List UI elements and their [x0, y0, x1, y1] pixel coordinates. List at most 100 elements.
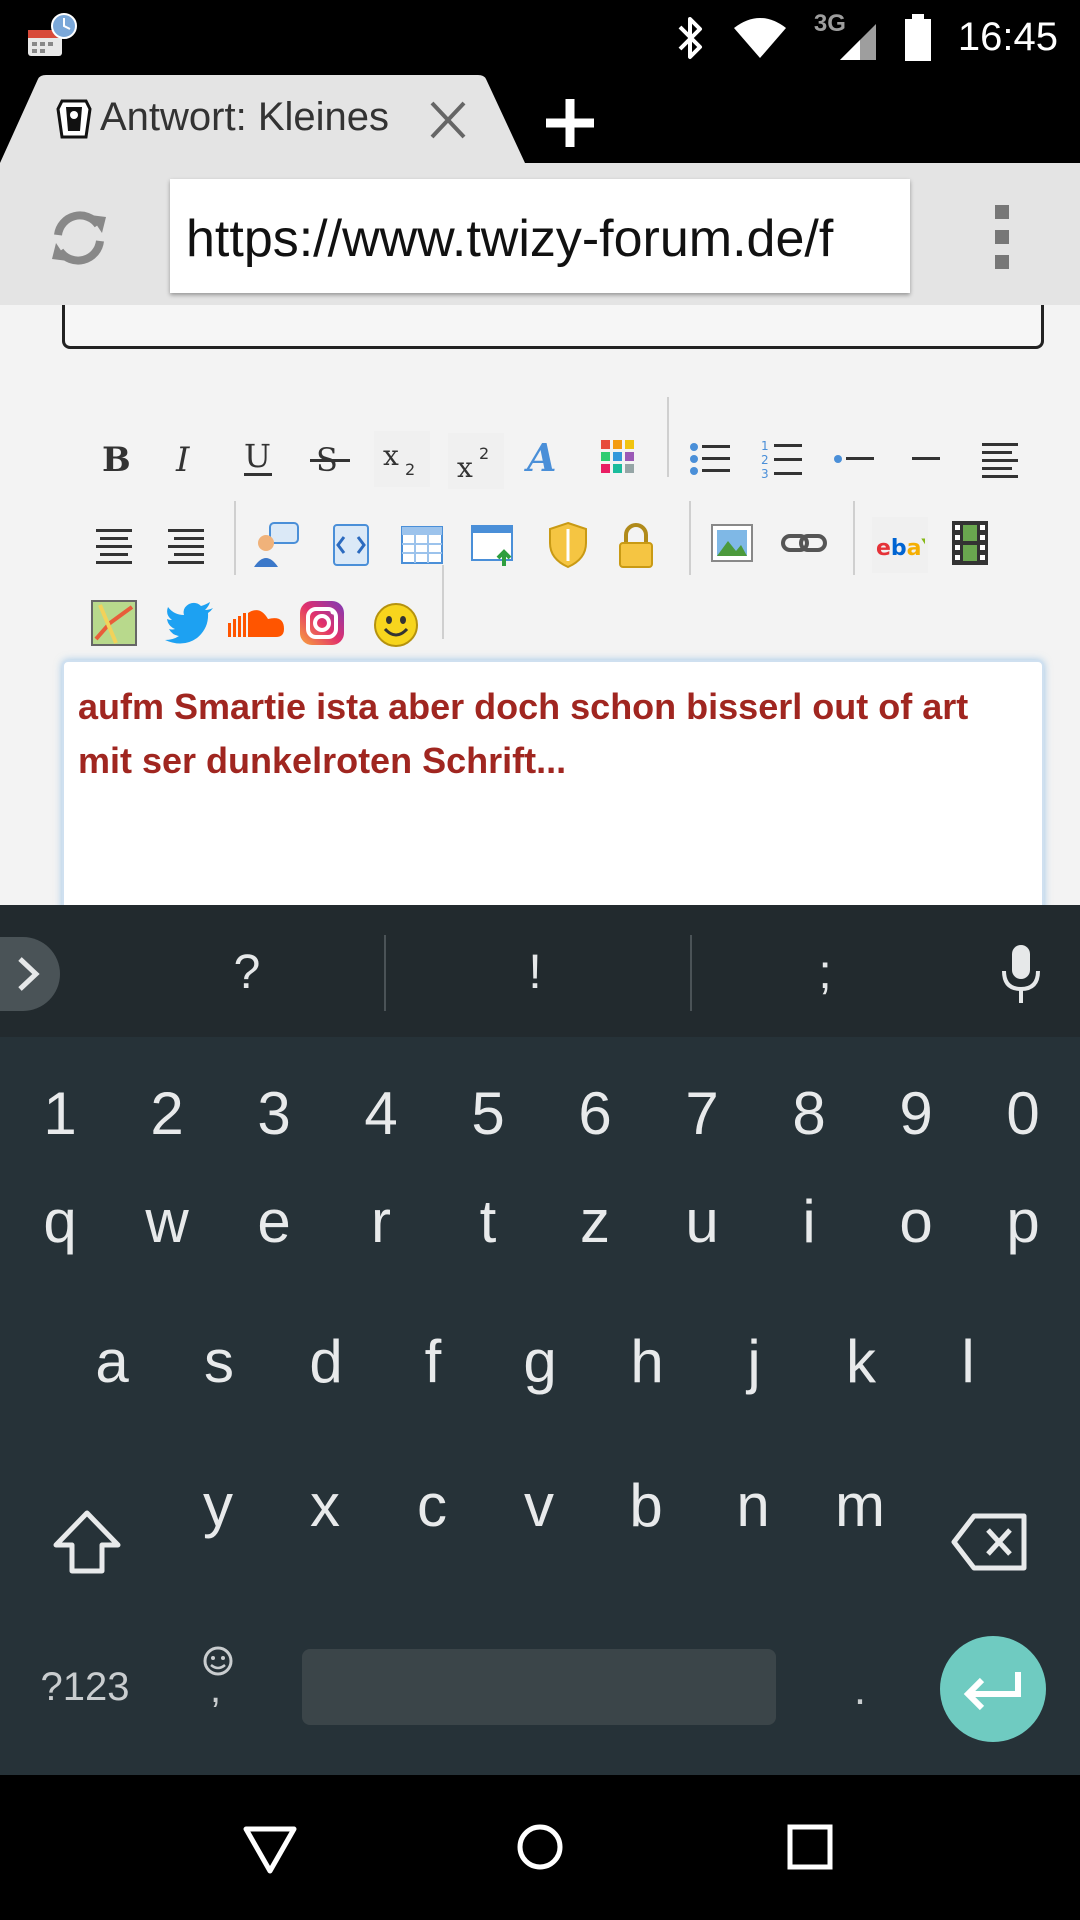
battery-icon	[904, 13, 931, 61]
underline-icon[interactable]: U	[230, 431, 286, 487]
svg-text:2: 2	[761, 453, 769, 467]
number-key[interactable]: 6	[545, 1069, 645, 1159]
horizontal-rule-icon[interactable]	[898, 431, 954, 487]
link-icon[interactable]	[776, 515, 832, 571]
strikethrough-icon[interactable]: S	[302, 431, 358, 487]
enter-button[interactable]	[940, 1636, 1046, 1742]
color-picker-icon[interactable]	[590, 429, 646, 485]
italic-icon[interactable]: I	[158, 431, 214, 487]
letter-key[interactable]: e	[224, 1177, 324, 1267]
letter-key[interactable]: r	[331, 1177, 431, 1267]
letter-key[interactable]: x	[275, 1461, 375, 1551]
enter-arrow-icon	[963, 1672, 1021, 1711]
close-tab-icon[interactable]	[422, 95, 474, 145]
font-style-icon[interactable]: A	[518, 429, 574, 485]
svg-text:x: x	[457, 451, 473, 483]
bullet-list-icon[interactable]	[682, 431, 738, 487]
letter-key[interactable]: v	[489, 1461, 589, 1551]
browser-toolbar: https://www.twizy-forum.de/f	[0, 163, 1080, 305]
letter-key[interactable]: z	[545, 1177, 645, 1267]
new-tab-icon[interactable]	[540, 93, 600, 153]
shield-icon[interactable]	[540, 517, 596, 573]
letter-key[interactable]: y	[168, 1461, 268, 1551]
overflow-menu-icon[interactable]	[990, 201, 1014, 273]
letter-key[interactable]: q	[10, 1177, 110, 1267]
number-key[interactable]: 9	[866, 1069, 966, 1159]
video-icon[interactable]	[942, 515, 998, 571]
letter-key[interactable]: l	[918, 1317, 1018, 1407]
letter-key[interactable]: k	[811, 1317, 911, 1407]
back-icon[interactable]	[238, 1815, 302, 1879]
letter-key[interactable]: s	[169, 1317, 269, 1407]
number-key[interactable]: 8	[759, 1069, 859, 1159]
letter-key[interactable]: o	[866, 1177, 966, 1267]
letter-key[interactable]: a	[62, 1317, 162, 1407]
align-center-icon[interactable]	[86, 517, 142, 573]
letter-key[interactable]: f	[383, 1317, 483, 1407]
map-icon[interactable]	[86, 595, 142, 651]
lock-icon[interactable]	[608, 517, 664, 573]
letter-key[interactable]: g	[490, 1317, 590, 1407]
instagram-icon[interactable]	[294, 595, 350, 651]
svg-text:1: 1	[761, 439, 769, 453]
suggestion-1[interactable]: ?	[197, 945, 297, 1000]
bold-icon[interactable]: B	[86, 431, 142, 487]
letter-key[interactable]: c	[382, 1461, 482, 1551]
ebay-icon[interactable]: ebaY	[872, 517, 928, 573]
subscript-icon[interactable]: x2	[374, 431, 430, 487]
message-editor[interactable]: aufm Smartie ista aber doch schon bisser…	[62, 660, 1044, 905]
number-key[interactable]: 4	[331, 1069, 431, 1159]
symbols-key[interactable]: ?123	[35, 1642, 135, 1732]
letter-key[interactable]: h	[597, 1317, 697, 1407]
list-item-icon[interactable]	[826, 431, 882, 487]
letter-key[interactable]: t	[438, 1177, 538, 1267]
letter-key[interactable]: m	[810, 1461, 910, 1551]
keyboard: 1234567890 qwertzuiop asdfghjkl yxcvbnm …	[0, 1037, 1080, 1775]
letter-key[interactable]: i	[759, 1177, 859, 1267]
align-left-icon[interactable]	[972, 431, 1028, 487]
letter-key[interactable]: b	[596, 1461, 696, 1551]
emoji-comma-key[interactable]: ,	[190, 1645, 250, 1725]
suggestion-2[interactable]: !	[485, 945, 585, 1000]
web-page: B I U S x2 x2 A 1 2 3 eba aufm Smartie i…	[0, 305, 1080, 905]
browser-tab[interactable]: Antwort: Kleines	[0, 75, 525, 163]
superscript-icon[interactable]: x2	[448, 433, 504, 489]
numbered-list-icon[interactable]: 123	[754, 431, 810, 487]
insert-image-icon[interactable]	[704, 515, 760, 571]
letter-key[interactable]: u	[652, 1177, 752, 1267]
expand-suggestions-button[interactable]	[0, 937, 60, 1011]
number-key[interactable]: 7	[652, 1069, 752, 1159]
soundcloud-icon[interactable]	[226, 595, 286, 651]
align-right-icon[interactable]	[158, 517, 214, 573]
smiley-icon[interactable]	[368, 597, 424, 653]
backspace-icon[interactable]	[950, 1512, 1030, 1572]
number-key[interactable]: 1	[10, 1069, 110, 1159]
letter-key[interactable]: d	[276, 1317, 376, 1407]
suggestion-3[interactable]: ;	[775, 945, 875, 1000]
tab-strip: Antwort: Kleines	[0, 75, 1080, 163]
svg-text:I: I	[175, 440, 190, 479]
letter-key[interactable]: p	[973, 1177, 1073, 1267]
letter-key[interactable]: n	[703, 1461, 803, 1551]
number-key[interactable]: 5	[438, 1069, 538, 1159]
recents-icon[interactable]	[778, 1815, 842, 1879]
twitter-icon[interactable]	[162, 595, 218, 651]
url-bar[interactable]: https://www.twizy-forum.de/f	[170, 179, 910, 293]
insert-window-icon[interactable]	[466, 517, 522, 573]
shift-icon[interactable]	[50, 1507, 124, 1577]
letter-key[interactable]: j	[704, 1317, 804, 1407]
microphone-icon[interactable]	[996, 943, 1046, 1005]
number-key[interactable]: 0	[973, 1069, 1073, 1159]
suggestion-divider	[690, 935, 692, 1011]
quote-user-icon[interactable]	[248, 517, 304, 573]
letter-key[interactable]: w	[117, 1177, 217, 1267]
cell-signal-icon	[839, 23, 876, 60]
number-key[interactable]: 2	[117, 1069, 217, 1159]
period-key[interactable]: .	[810, 1645, 910, 1735]
number-key[interactable]: 3	[224, 1069, 324, 1159]
home-icon[interactable]	[508, 1815, 572, 1879]
reload-icon[interactable]	[44, 203, 114, 273]
toolbar-separator	[689, 501, 691, 575]
space-bar[interactable]	[302, 1649, 776, 1725]
code-block-icon[interactable]	[322, 517, 378, 573]
